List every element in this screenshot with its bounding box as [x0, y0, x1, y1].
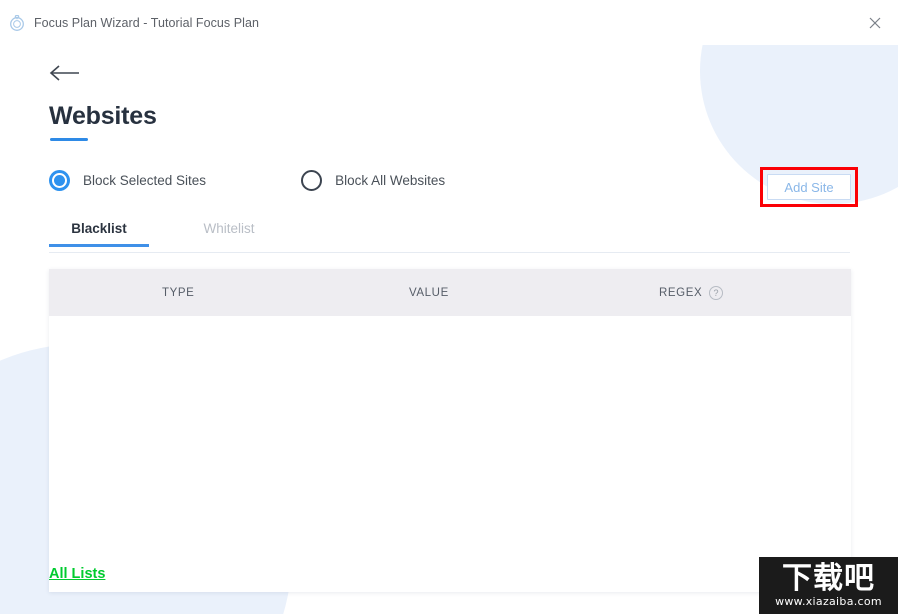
- tabs-divider: [49, 252, 850, 253]
- main-content: Websites Block Selected Sites Block All …: [0, 45, 898, 614]
- back-arrow-icon[interactable]: [49, 61, 83, 85]
- radio-selected-icon: [49, 170, 70, 191]
- column-header-type: TYPE: [162, 286, 195, 299]
- all-lists-link[interactable]: All Lists: [49, 566, 105, 582]
- close-icon[interactable]: [852, 0, 898, 45]
- radio-unselected-icon: [301, 170, 323, 191]
- column-header-value: VALUE: [409, 286, 449, 299]
- radio-block-all-websites[interactable]: Block All Websites: [301, 170, 445, 191]
- add-site-button[interactable]: Add Site: [767, 174, 851, 200]
- column-header-regex: REGEX ?: [659, 285, 724, 300]
- table-body-empty: [49, 316, 851, 592]
- page-title: Websites: [49, 102, 157, 130]
- radio-label: Block Selected Sites: [83, 173, 207, 188]
- window-title: Focus Plan Wizard - Tutorial Focus Plan: [34, 15, 259, 30]
- radio-label: Block All Websites: [335, 173, 446, 188]
- websites-table: TYPE VALUE REGEX ?: [49, 269, 851, 592]
- watermark-text: 下载吧: [782, 561, 875, 596]
- radio-block-selected-sites[interactable]: Block Selected Sites: [49, 170, 206, 191]
- help-icon[interactable]: ?: [709, 285, 724, 300]
- window-titlebar: Focus Plan Wizard - Tutorial Focus Plan: [0, 0, 898, 45]
- block-mode-radio-group: Block Selected Sites Block All Websites: [49, 170, 445, 191]
- tab-whitelist[interactable]: Whitelist: [179, 221, 279, 247]
- add-site-highlight-box: Add Site: [760, 167, 858, 207]
- list-tabs: Blacklist Whitelist: [49, 221, 850, 253]
- watermark-url: www.xiazaiba.com: [775, 595, 882, 608]
- watermark: 下载吧 www.xiazaiba.com: [759, 557, 898, 614]
- column-header-regex-label: REGEX: [659, 286, 703, 299]
- page-title-underline: [50, 138, 88, 141]
- tab-blacklist[interactable]: Blacklist: [49, 221, 149, 247]
- stopwatch-icon: [7, 13, 27, 33]
- table-header-row: TYPE VALUE REGEX ?: [49, 269, 851, 316]
